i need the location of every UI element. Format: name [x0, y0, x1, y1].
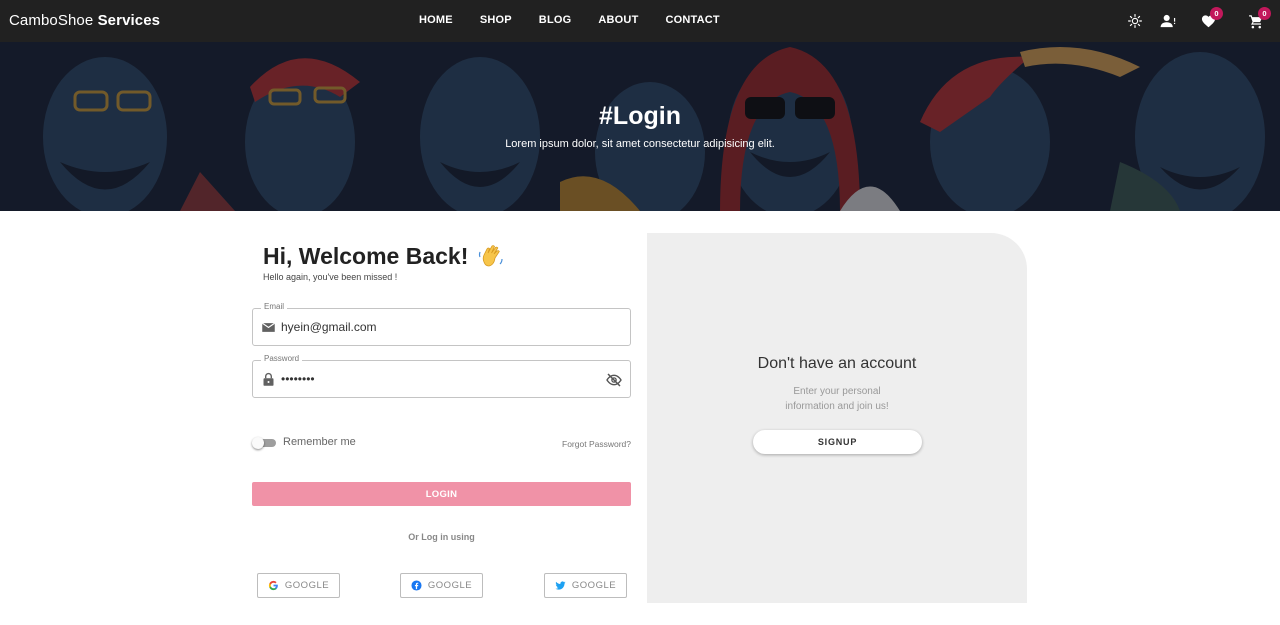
cart-count-badge: 0 — [1258, 7, 1271, 20]
page-subtitle: Lorem ipsum dolor, sit amet consectetur … — [505, 138, 775, 150]
toggle-thumb — [252, 437, 264, 449]
cart-button[interactable]: 0 — [1245, 7, 1271, 32]
welcome-title-text: Hi, Welcome Back! — [263, 243, 469, 269]
facebook-login-button[interactable]: GOOGLE — [400, 573, 483, 598]
lock-icon — [263, 372, 274, 386]
social-label: GOOGLE — [571, 580, 617, 591]
email-value: hyein@gmail.com — [281, 320, 377, 334]
signup-panel-text: Enter your personal information and join… — [647, 384, 1027, 414]
signup-text-line-2: information and join us! — [785, 401, 889, 412]
google-icon — [268, 580, 278, 591]
social-label: GOOGLE — [284, 580, 330, 591]
password-value: •••••••• — [281, 372, 315, 386]
signup-text-line-1: Enter your personal — [793, 386, 881, 397]
page-title: #Login — [599, 102, 681, 130]
waving-hand-icon — [479, 244, 503, 266]
remember-me-label: Remember me — [283, 436, 356, 448]
signup-panel-title: Don't have an account — [757, 355, 917, 372]
wishlist-count-badge: 0 — [1210, 7, 1223, 20]
header-icons: 0 0 — [0, 7, 1280, 32]
password-label: Password — [261, 354, 303, 363]
password-field[interactable]: Password •••••••• — [252, 354, 631, 398]
welcome-heading: Hi, Welcome Back! — [263, 243, 504, 270]
welcome-subtitle: Hello again, you've been missed ! — [263, 272, 398, 282]
top-navbar: CamboShoe Services HOME SHOP BLOG ABOUT … — [0, 0, 1280, 42]
twitter-icon — [555, 580, 566, 590]
signup-panel: Don't have an account Enter your persona… — [647, 233, 1027, 603]
social-label: GOOGLE — [427, 580, 473, 591]
account-button[interactable] — [1157, 10, 1179, 32]
login-button[interactable]: LOGIN — [252, 482, 631, 506]
twitter-login-button[interactable]: GOOGLE — [544, 573, 627, 598]
forgot-password-link[interactable]: Forgot Password? — [562, 439, 631, 449]
or-login-using-text: Or Log in using — [408, 532, 475, 542]
mail-icon — [261, 322, 276, 332]
email-field[interactable]: Email hyein@gmail.com — [252, 302, 631, 346]
sun-icon — [1128, 14, 1142, 28]
theme-toggle-button[interactable] — [1124, 10, 1146, 32]
remember-me-toggle[interactable] — [252, 437, 277, 449]
google-login-button[interactable]: GOOGLE — [257, 573, 340, 598]
facebook-icon — [411, 580, 422, 591]
wishlist-button[interactable]: 0 — [1197, 7, 1223, 32]
hero-banner: #Login Lorem ipsum dolor, sit amet conse… — [0, 42, 1280, 211]
eye-off-icon[interactable] — [606, 372, 622, 388]
signup-button[interactable]: SIGNUP — [753, 430, 922, 454]
user-icon — [1160, 14, 1175, 28]
email-label: Email — [261, 302, 288, 311]
